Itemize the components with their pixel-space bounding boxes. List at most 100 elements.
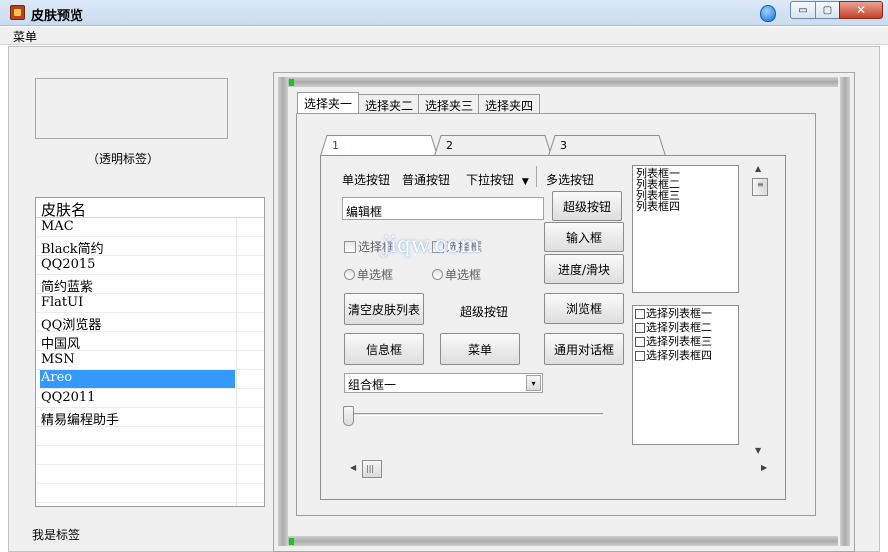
bottom-rail [288, 536, 838, 546]
grip-icon: ≡ [757, 180, 764, 189]
skin-name: FlatUI [41, 295, 84, 310]
skin-list-row[interactable] [36, 484, 264, 503]
radio-2[interactable]: 单选框 [432, 266, 481, 283]
skin-name: QQ2015 [41, 257, 96, 272]
tab-1[interactable]: 选择夹一 [297, 92, 360, 114]
skin-name: 精易编程助手 [41, 413, 120, 428]
grip-icon: ||| [366, 464, 375, 473]
menu-item[interactable]: 菜单 [13, 28, 37, 45]
skin-name: 中国风 [41, 337, 81, 352]
multi-select-button[interactable]: 多选按钮 [546, 171, 594, 188]
skin-orb-icon[interactable] [760, 5, 776, 22]
skin-list-row[interactable]: Black简约 [36, 237, 264, 257]
check-list-item[interactable]: 选择列表框二 [635, 322, 712, 333]
close-button[interactable]: ✕ [839, 1, 883, 19]
scroll-right-icon[interactable]: ▶ [761, 463, 767, 472]
skin-name: Black简约 [41, 242, 104, 257]
top-rail [288, 77, 838, 87]
check-list-item[interactable]: 选择列表框一 [635, 308, 712, 319]
skin-list-row[interactable] [36, 465, 264, 484]
horizontal-scrollbar[interactable] [346, 457, 771, 479]
input-box-button[interactable]: 输入框 [544, 222, 624, 252]
super-button[interactable]: 超级按钮 [552, 191, 622, 221]
tab-2[interactable]: 选择夹二 [358, 94, 421, 113]
checkbox-icon [635, 308, 645, 319]
scroll-down-icon[interactable]: ▼ [755, 446, 761, 455]
list-box[interactable]: 列表框一 列表框二 列表框三 列表框四 [632, 165, 739, 293]
skin-list-row[interactable]: MAC [36, 218, 264, 237]
minimize-icon: ▭ [798, 4, 808, 16]
maximize-icon: ▢ [822, 4, 833, 16]
skin-list-row[interactable] [36, 427, 264, 446]
tab-4[interactable]: 选择夹四 [478, 94, 541, 113]
skin-list-row[interactable]: Areo [36, 370, 264, 389]
vertical-scrollbar[interactable] [748, 160, 770, 457]
checkbox-icon [344, 240, 356, 253]
window-title: 皮肤预览 [31, 9, 84, 24]
menu-bar: 菜单 [0, 27, 888, 45]
dropdown-arrow-icon: ▼ [521, 177, 529, 187]
radio-button[interactable]: 单选按钮 [342, 171, 390, 188]
scroll-up-icon[interactable]: ▲ [755, 164, 761, 173]
info-box-button[interactable]: 信息框 [344, 333, 424, 365]
radio-icon [432, 269, 443, 280]
normal-button[interactable]: 普通按钮 [402, 171, 450, 188]
scroll-left-icon[interactable]: ◀ [350, 463, 356, 472]
skin-list-row[interactable]: FlatUI [36, 294, 264, 313]
inner-tab-3[interactable]: 3 [548, 135, 666, 156]
vertical-scroll-thumb[interactable]: ≡ [752, 178, 768, 196]
minimize-button[interactable]: ▭ [790, 1, 816, 19]
super-button-2[interactable]: 超级按钮 [460, 303, 508, 320]
tab-3[interactable]: 选择夹三 [418, 94, 481, 113]
app-icon [10, 5, 25, 20]
menu-button[interactable]: 菜单 [440, 333, 520, 365]
separator [536, 166, 537, 187]
check-list-box[interactable]: 选择列表框一 选择列表框二 选择列表框三 选择列表框四 [632, 305, 739, 445]
left-rail [278, 77, 288, 546]
skin-list-row[interactable] [36, 446, 264, 465]
slider-thumb[interactable] [343, 406, 354, 426]
skin-name: MAC [41, 219, 74, 234]
transparent-label: （透明标签） [87, 152, 160, 166]
transparent-label-box [35, 78, 228, 139]
close-icon: ✕ [855, 3, 867, 17]
skin-name: QQ浏览器 [41, 318, 102, 333]
edit-box[interactable]: 编辑框 [342, 197, 544, 220]
dropdown-button[interactable]: 下拉按钮 ▼ [466, 171, 529, 188]
title-bar[interactable] [0, 0, 888, 26]
clear-skin-list-button[interactable]: 清空皮肤列表 [344, 293, 424, 325]
watermark: jiqw.com [383, 233, 481, 258]
right-rail [840, 77, 850, 546]
skin-list-row[interactable]: MSN [36, 351, 264, 370]
browse-box-button[interactable]: 浏览框 [544, 293, 624, 324]
inner-tab-1[interactable]: 1 [320, 135, 438, 156]
radio-1[interactable]: 单选框 [344, 266, 393, 283]
skin-list[interactable]: 皮肤名 MAC Black简约 QQ2015 简约蓝紫 FlatUI QQ浏览器中国风 MS… [35, 197, 265, 507]
progress-slider-button[interactable]: 进度/滑块 [544, 254, 624, 284]
skin-list-row[interactable]: 中国风 [36, 332, 264, 352]
skin-name: QQ2011 [41, 390, 96, 405]
combo-box[interactable]: 组合框一 ▾ [344, 373, 543, 393]
skin-list-row[interactable]: QQ浏览器 [36, 313, 264, 333]
maximize-button[interactable]: ▢ [815, 1, 840, 19]
bottom-label: 我是标签 [32, 528, 81, 542]
list-box-item[interactable]: 列表框四 [636, 201, 680, 212]
checkbox-icon [635, 350, 645, 361]
check-list-item[interactable]: 选择列表框三 [635, 336, 712, 347]
rail-marker [289, 79, 294, 86]
checkbox-icon [635, 336, 645, 347]
horizontal-scroll-thumb[interactable]: ||| [362, 460, 382, 478]
skin-list-row[interactable]: QQ2015 [36, 256, 264, 275]
skin-list-header[interactable]: 皮肤名 [36, 198, 264, 219]
common-dialog-button[interactable]: 通用对话框 [544, 333, 624, 365]
inner-tab-2[interactable]: 2 [434, 135, 552, 156]
skin-name: 简约蓝紫 [41, 280, 94, 295]
check-list-item[interactable]: 选择列表框四 [635, 350, 712, 361]
skin-name: Areo [40, 370, 235, 388]
skin-list-row[interactable]: QQ2011 [36, 389, 264, 408]
combo-arrow-icon[interactable]: ▾ [526, 375, 541, 391]
skin-list-row[interactable]: 精易编程助手 [36, 408, 264, 428]
slider-track[interactable] [346, 413, 603, 416]
rail-marker [289, 538, 294, 545]
skin-list-row[interactable]: 简约蓝紫 [36, 275, 264, 295]
